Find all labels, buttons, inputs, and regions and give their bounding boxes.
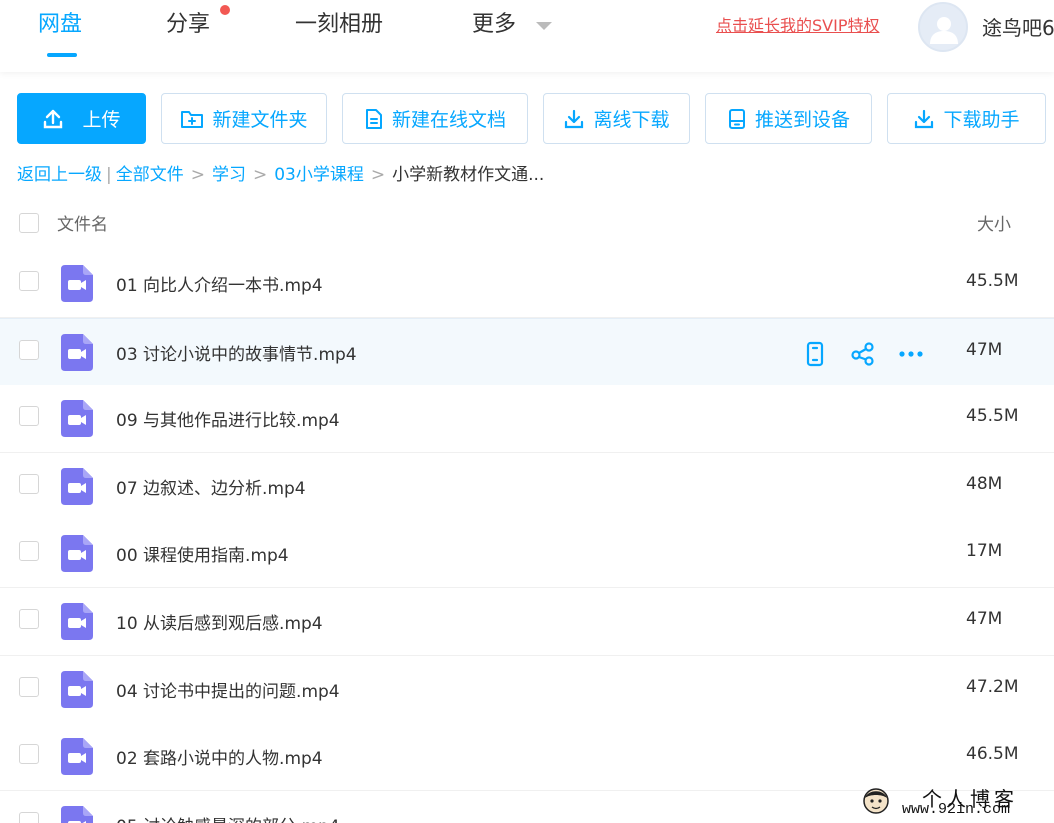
download-icon [565, 109, 584, 128]
nav-tab-netdisk[interactable]: 网盘 [38, 10, 82, 40]
share-notification-dot [220, 5, 230, 15]
file-size: 47.2M [966, 677, 1019, 697]
folder-plus-icon [181, 110, 204, 128]
avatar[interactable] [918, 2, 968, 52]
file-row-checkbox[interactable] [19, 609, 39, 629]
file-name[interactable]: 00 课程使用指南.mp4 [116, 541, 289, 566]
mascot-icon [863, 788, 889, 814]
video-file-icon [61, 806, 93, 823]
file-size: 17M [966, 541, 1003, 561]
download-icon [915, 109, 934, 128]
upload-icon [44, 109, 63, 128]
share-icon[interactable] [850, 341, 876, 367]
active-tab-indicator [47, 53, 77, 57]
file-size: 45.5M [966, 406, 1019, 426]
file-name[interactable]: 01 向比人介绍一本书.mp4 [116, 271, 323, 296]
top-nav-bar: 网盘 分享 一刻相册 更多 点击延长我的SVIP特权 途鸟吧6 [0, 0, 1054, 72]
download-helper-label: 下载助手 [943, 109, 1020, 131]
file-row[interactable]: 03 讨论小说中的故事情节.mp4 47M [0, 318, 1054, 386]
video-file-icon [61, 468, 93, 505]
video-file-icon [61, 265, 93, 302]
offline-download-label: 离线下载 [593, 109, 670, 131]
file-row[interactable]: 00 课程使用指南.mp4 17M [0, 520, 1054, 588]
file-size: 46.5M [966, 744, 1019, 764]
file-size: 47M [966, 340, 1003, 360]
watermark: 个人博客 www.92in.com [862, 783, 1042, 823]
file-row[interactable]: 02 套路小说中的人物.mp4 46.5M [0, 723, 1054, 791]
file-row-checkbox[interactable] [19, 406, 39, 426]
column-header-name[interactable]: 文件名 [57, 210, 108, 235]
push-to-device-label: 推送到设备 [754, 109, 850, 131]
breadcrumb-current: 小学新教材作文通... [392, 165, 545, 185]
breadcrumb-item-study[interactable]: 学习 [212, 163, 246, 187]
nav-tab-share[interactable]: 分享 [166, 10, 210, 40]
video-file-icon [61, 603, 93, 640]
new-online-doc-label: 新建在线文档 [391, 109, 506, 131]
file-list-header: 文件名 大小 [0, 195, 1054, 251]
video-file-icon [61, 535, 93, 572]
document-icon [365, 108, 382, 129]
file-size: 47M [966, 609, 1003, 629]
device-icon [728, 108, 745, 129]
breadcrumb-chevron-icon: > [252, 165, 268, 185]
new-folder-label: 新建文件夹 [212, 109, 308, 131]
file-name[interactable]: 03 讨论小说中的故事情节.mp4 [116, 340, 357, 365]
file-row-checkbox[interactable] [19, 812, 39, 823]
file-row-checkbox[interactable] [19, 541, 39, 561]
upload-button[interactable]: 上传 [17, 93, 146, 144]
column-header-size[interactable]: 大小 [977, 210, 1011, 235]
file-row-checkbox[interactable] [19, 744, 39, 764]
file-name[interactable]: 10 从读后感到观后感.mp4 [116, 609, 323, 634]
nav-tab-album[interactable]: 一刻相册 [295, 10, 383, 40]
breadcrumb-chevron-icon: > [190, 165, 205, 185]
file-row[interactable]: 07 边叙述、边分析.mp4 48M [0, 453, 1054, 521]
video-file-icon [61, 738, 93, 775]
offline-download-button[interactable]: 离线下载 [543, 93, 690, 144]
push-to-device-button[interactable]: 推送到设备 [705, 93, 872, 144]
breadcrumb-chevron-icon: > [370, 165, 386, 185]
file-row-checkbox[interactable] [19, 271, 39, 291]
file-name[interactable]: 09 与其他作品进行比较.mp4 [116, 406, 340, 431]
new-online-doc-button[interactable]: 新建在线文档 [342, 93, 528, 144]
watermark-url: www.92in.com [902, 801, 1011, 818]
file-size: 48M [966, 474, 1003, 494]
chevron-down-icon[interactable] [536, 22, 552, 30]
file-row-actions [802, 341, 924, 367]
file-size: 45.5M [966, 271, 1019, 291]
file-row[interactable]: 09 与其他作品进行比较.mp4 45.5M [0, 385, 1054, 453]
file-name[interactable]: 04 讨论书中提出的问题.mp4 [116, 677, 340, 702]
breadcrumb-divider: | [106, 165, 112, 185]
file-name[interactable]: 05 讨论触感最深的部分.mp4 [116, 812, 340, 823]
user-silhouette-icon [930, 17, 958, 44]
video-file-icon [61, 400, 93, 437]
upload-label: 上传 [82, 109, 121, 131]
username[interactable]: 途鸟吧6 [982, 12, 1054, 41]
breadcrumb-item-all-files[interactable]: 全部文件 [116, 163, 184, 187]
file-row[interactable]: 10 从读后感到观后感.mp4 47M [0, 588, 1054, 656]
file-name[interactable]: 07 边叙述、边分析.mp4 [116, 474, 306, 499]
file-row-checkbox[interactable] [19, 340, 39, 360]
select-all-checkbox[interactable] [19, 213, 39, 233]
breadcrumb-item-primary-course[interactable]: 03小学课程 [274, 163, 364, 187]
push-to-device-icon[interactable] [802, 341, 828, 367]
video-file-icon [61, 671, 93, 708]
video-file-icon [61, 334, 93, 371]
more-options-icon[interactable] [898, 341, 924, 367]
breadcrumb-back-link[interactable]: 返回上一级 [17, 163, 102, 187]
file-row-checkbox[interactable] [19, 677, 39, 697]
file-name[interactable]: 02 套路小说中的人物.mp4 [116, 744, 323, 769]
nav-tab-more[interactable]: 更多 [472, 10, 516, 40]
file-row[interactable]: 04 讨论书中提出的问题.mp4 47.2M [0, 656, 1054, 724]
breadcrumb: 返回上一级 | 全部文件 > 学习 > 03小学课程 > 小学新教材作文通... [17, 163, 544, 187]
file-row[interactable]: 01 向比人介绍一本书.mp4 45.5M [0, 250, 1054, 318]
download-helper-button[interactable]: 下载助手 [887, 93, 1046, 144]
svip-extend-link[interactable]: 点击延长我的SVIP特权 [716, 14, 879, 38]
new-folder-button[interactable]: 新建文件夹 [161, 93, 327, 144]
file-row-checkbox[interactable] [19, 474, 39, 494]
